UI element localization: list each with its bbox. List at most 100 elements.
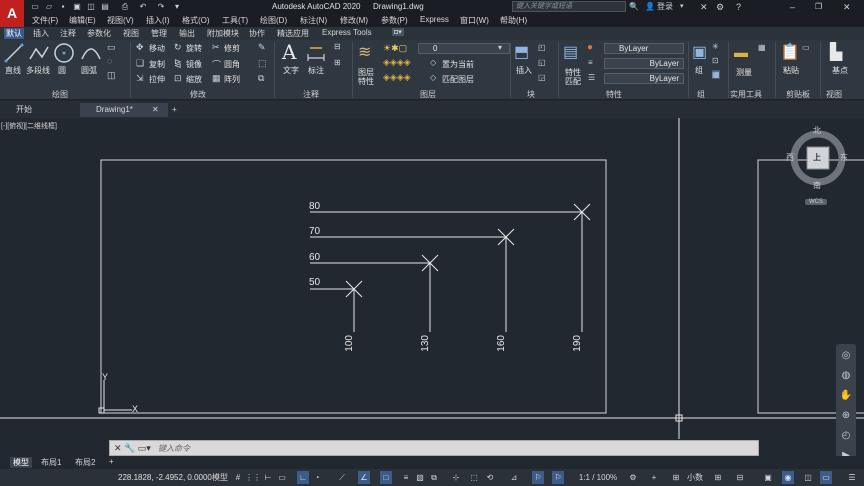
menu-modify[interactable]: 修改(M) [340, 15, 368, 26]
erase-icon[interactable]: ✎ [258, 42, 266, 53]
layer-tools-icon[interactable]: ◈◈◈◈ [383, 57, 411, 68]
selection-filter-icon[interactable]: ⟲ [484, 471, 496, 484]
group-edit-icon[interactable]: ⊡ [712, 56, 719, 65]
login-button[interactable]: 登录 [657, 1, 673, 13]
maximize-button[interactable]: ❐ [815, 1, 822, 13]
measure-button[interactable]: 测量 [736, 67, 752, 78]
units-button[interactable]: 小数 [684, 471, 706, 484]
lock-ui-icon[interactable]: ⊟ [734, 471, 746, 484]
tab-annotate[interactable]: 注释 [58, 28, 78, 39]
line-icon[interactable] [4, 43, 24, 63]
zoom-icon[interactable]: ⊕ [838, 408, 854, 424]
view-panel-title[interactable]: 视图 [826, 89, 842, 100]
utilities-panel-title[interactable]: 实用工具 [730, 89, 762, 100]
ribbon-options-icon[interactable]: ◘▾ [392, 28, 404, 36]
arc-button[interactable]: 圆弧 [81, 65, 97, 76]
annotation-scale[interactable]: 1:1 / 100% [576, 471, 620, 484]
arc-icon[interactable] [80, 43, 102, 63]
copy-button[interactable]: 复制 [149, 59, 165, 70]
hatch-icon[interactable]: ◌ [107, 56, 112, 66]
layer-properties-label-2[interactable]: 特性 [358, 76, 374, 87]
layers-panel-title[interactable]: 图层 [420, 89, 436, 100]
mirror-button[interactable]: 镜像 [186, 59, 202, 70]
modify-panel-title[interactable]: 修改 [190, 89, 206, 100]
array-button[interactable]: 阵列 [224, 74, 240, 85]
table-icon[interactable]: ⊞ [334, 58, 341, 67]
lineweight-toggle-icon[interactable]: ≡ [400, 471, 412, 484]
grid-icon[interactable]: # [232, 471, 244, 484]
tab-view[interactable]: 视图 [121, 28, 141, 39]
lineweight-icon[interactable]: ☰ [588, 73, 595, 82]
region-icon[interactable]: ◫ [107, 70, 116, 81]
menu-insert[interactable]: 插入(I) [146, 15, 170, 26]
menu-parametric[interactable]: 参数(P) [381, 15, 408, 26]
properties-panel-title[interactable]: 特性 [606, 89, 622, 100]
app-store-icon[interactable]: ✕ [700, 1, 708, 13]
command-line-controls[interactable]: ✕ 🔧 ▭▾ [114, 443, 151, 454]
menu-draw[interactable]: 绘图(D) [260, 15, 287, 26]
search-icon[interactable]: 🔍 [629, 1, 639, 13]
annotation-monitor-icon[interactable]: + [648, 471, 660, 484]
auto-scale-icon[interactable]: ⚐ [552, 471, 564, 484]
annotation-panel-title[interactable]: 注释 [303, 89, 319, 100]
circle-button[interactable]: 圆 [58, 65, 66, 76]
text-button[interactable]: 文字 [283, 65, 299, 76]
rotate-button[interactable]: 旋转 [186, 43, 202, 54]
save-as-icon[interactable]: ▣ [72, 2, 82, 12]
isolate-objects-icon[interactable]: ▣ [762, 471, 774, 484]
menu-format[interactable]: 格式(O) [182, 15, 210, 26]
user-icon[interactable]: 👤 [645, 1, 655, 13]
ungroup-icon[interactable]: ✳ [712, 42, 719, 51]
undo-icon[interactable]: ↶ [138, 2, 148, 12]
polar-tracking-icon[interactable]: ◔ [311, 471, 323, 484]
viewcube-west[interactable]: 西 [786, 152, 794, 163]
save-icon[interactable]: ▪ [58, 2, 68, 12]
print-icon[interactable]: ⎙ [120, 2, 130, 12]
workspace-icon[interactable]: ⚙ [627, 471, 639, 484]
quick-properties-icon[interactable]: ⊞ [712, 471, 724, 484]
menu-help[interactable]: 帮助(H) [500, 15, 527, 26]
explode-icon[interactable]: ⬚ [258, 58, 267, 69]
gizmo-icon[interactable]: ⊿ [508, 471, 520, 484]
drawing-tab[interactable]: Drawing1* ✕ [80, 103, 168, 117]
isodraft-icon[interactable]: ⟋ [336, 471, 348, 484]
rectangle-icon[interactable]: ▭ [107, 42, 116, 53]
drawing-canvas[interactable]: Y X 80 70 60 50 100 130 160 190 [-][俯视][… [0, 118, 864, 468]
wcs-menu[interactable]: WCS [805, 199, 827, 205]
ortho-icon[interactable]: ∟ [297, 471, 309, 484]
menu-dimension[interactable]: 标注(N) [300, 15, 327, 26]
tab-addins[interactable]: 附加模块 [205, 28, 241, 39]
annotation-visibility-icon[interactable]: ⚐ [532, 471, 544, 484]
minimize-button[interactable]: – [790, 1, 795, 13]
viewcube-north[interactable]: 北 [813, 125, 821, 136]
layer-state-icon[interactable]: ☀✱▢ [383, 43, 407, 54]
web-icon[interactable]: ◫ [86, 2, 96, 12]
share-icon[interactable]: ▤ [100, 2, 110, 12]
start-tab[interactable]: 开始 [0, 103, 80, 117]
steering-wheel-icon[interactable]: ◎ [838, 348, 854, 364]
match-properties-label-2[interactable]: 匹配 [565, 76, 581, 87]
menu-tools[interactable]: 工具(T) [222, 15, 248, 26]
color-wheel-icon[interactable]: ● [587, 42, 593, 53]
help-icon[interactable]: ? [736, 1, 741, 13]
base-view-button[interactable]: 基点 [832, 65, 848, 76]
transparency-icon[interactable]: ▧ [414, 471, 426, 484]
viewcube-south[interactable]: 南 [813, 180, 821, 191]
tab-express-tools[interactable]: Express Tools [320, 28, 374, 37]
viewcube-top[interactable]: 上 [813, 152, 821, 163]
make-current-button[interactable]: 置为当前 [442, 59, 474, 70]
close-icon[interactable]: ✕ [152, 103, 159, 117]
create-block-icon[interactable]: ◰ [538, 43, 546, 52]
dynamic-ucs-icon[interactable]: ⬚ [468, 471, 480, 484]
infer-constraints-icon[interactable]: ⊢ [262, 471, 274, 484]
hardware-acceleration-icon[interactable]: ◉ [782, 471, 794, 484]
clipboard-panel-title[interactable]: 剪贴板 [786, 89, 810, 100]
fullscreen-icon[interactable]: ▭ [820, 471, 832, 484]
tab-layout2[interactable]: 布局2 [72, 457, 98, 468]
groups-panel-title[interactable]: 组 [697, 89, 705, 100]
units-icon[interactable]: ⊞ [670, 471, 682, 484]
menu-window[interactable]: 窗口(W) [460, 15, 489, 26]
dynamic-input-icon[interactable]: ▭ [276, 471, 288, 484]
paste-button[interactable]: 粘贴 [783, 65, 799, 76]
linetype-dropdown[interactable]: ByLayer [604, 58, 684, 69]
